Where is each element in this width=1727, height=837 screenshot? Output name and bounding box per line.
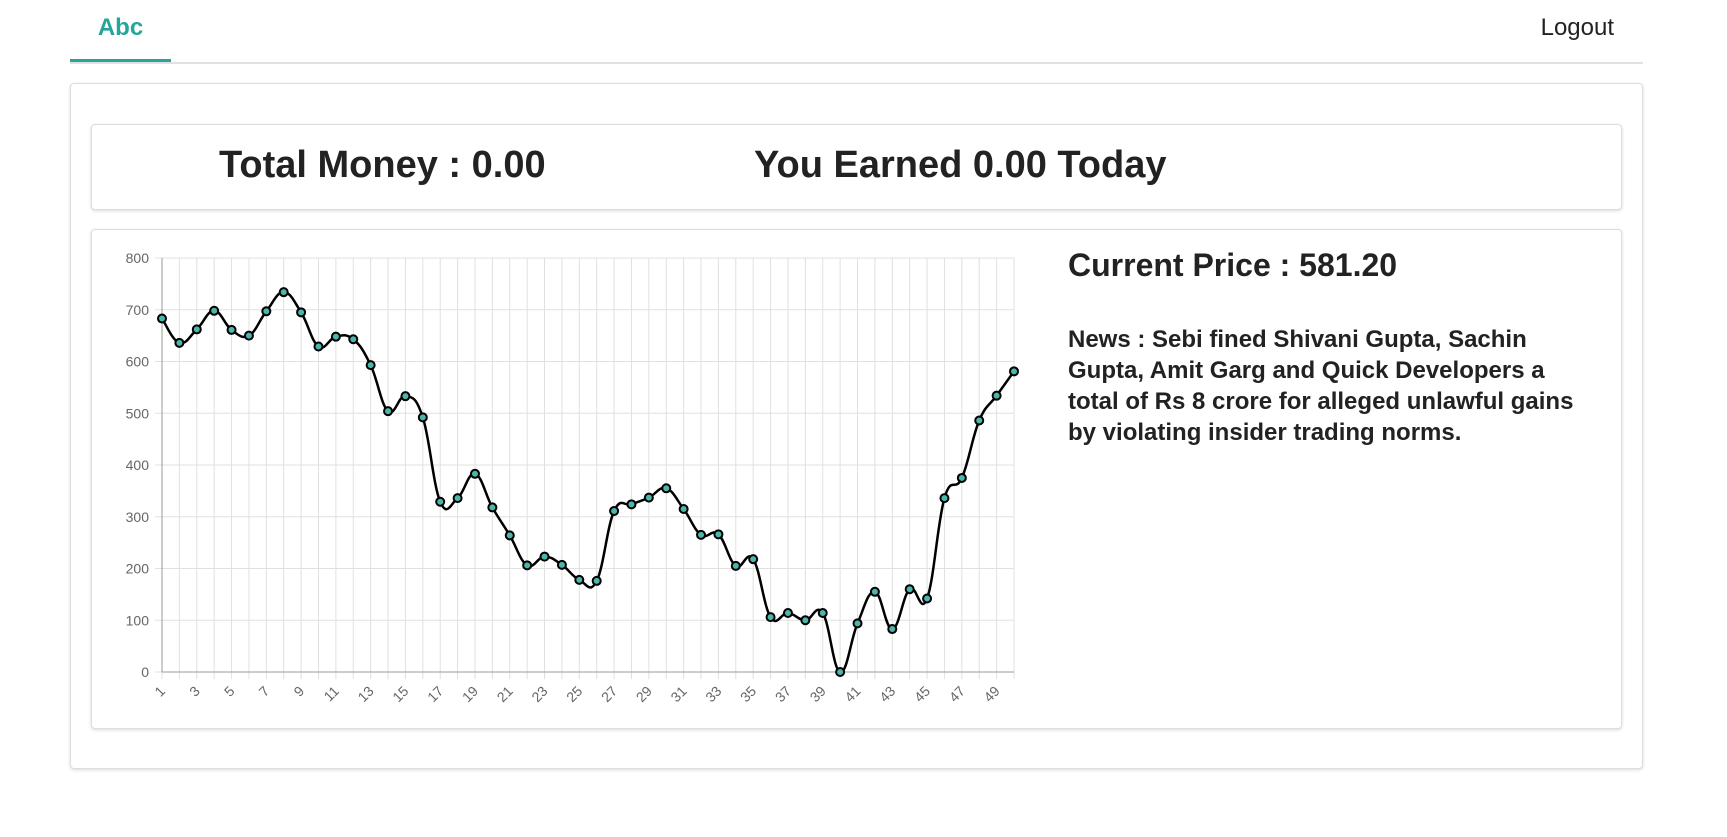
data-point — [643, 492, 654, 503]
current-price: Current Price : 581.20 — [1068, 247, 1398, 283]
data-point — [209, 305, 220, 316]
x-tick-label: 41 — [841, 683, 863, 705]
data-point — [556, 559, 567, 570]
data-point — [539, 551, 550, 562]
data-point — [852, 618, 863, 629]
data-point — [365, 360, 376, 371]
y-tick-label: 200 — [126, 561, 150, 577]
data-point — [661, 483, 672, 494]
data-point — [261, 306, 272, 317]
data-point — [278, 287, 289, 298]
x-tick-label: 5 — [221, 683, 238, 700]
x-tick-label: 37 — [772, 683, 794, 705]
data-point — [504, 530, 515, 541]
x-tick-label: 21 — [494, 683, 516, 705]
data-point — [313, 341, 324, 352]
data-point — [974, 415, 985, 426]
stats-card: Total Money : 0.00 You Earned 0.00 Today — [91, 124, 1622, 210]
price-series-line — [160, 290, 1016, 674]
x-tick-label: 33 — [702, 683, 724, 705]
data-point — [296, 307, 307, 318]
data-point — [609, 506, 620, 517]
x-tick-label: 23 — [528, 683, 550, 705]
x-tick-label: 19 — [459, 683, 481, 705]
x-tick-label: 43 — [876, 683, 898, 705]
data-point — [678, 503, 689, 514]
data-point — [765, 612, 776, 623]
y-tick-label: 800 — [126, 250, 150, 266]
y-tick-label: 600 — [126, 354, 150, 370]
data-point — [174, 337, 185, 348]
x-tick-label: 27 — [598, 683, 620, 705]
data-point — [922, 593, 933, 604]
data-point — [522, 560, 533, 571]
data-point — [939, 493, 950, 504]
news-text: News : Sebi fined Shivani Gupta, Sachin … — [1068, 326, 1574, 446]
data-point — [626, 499, 637, 510]
data-point — [956, 472, 967, 483]
x-tick-label: 45 — [911, 683, 933, 705]
data-point — [226, 324, 237, 335]
data-point — [800, 615, 811, 626]
data-point — [469, 468, 480, 479]
y-tick-label: 0 — [141, 664, 149, 680]
x-tick-label: 3 — [186, 683, 203, 700]
data-point — [591, 575, 602, 586]
data-point — [696, 529, 707, 540]
data-point — [1009, 366, 1019, 377]
x-tick-label: 25 — [563, 683, 585, 705]
total-money-label: Total Money : 0.00 — [219, 144, 546, 186]
data-point — [417, 412, 428, 423]
data-point — [157, 313, 167, 324]
y-tick-label: 100 — [126, 612, 150, 628]
x-tick-label: 31 — [667, 683, 689, 705]
data-point — [835, 667, 846, 677]
data-point — [487, 502, 498, 513]
data-point — [904, 584, 915, 595]
x-tick-label: 35 — [737, 683, 759, 705]
data-point — [887, 624, 898, 635]
data-point — [383, 406, 394, 417]
data-point — [452, 493, 463, 504]
y-tick-label: 400 — [126, 457, 150, 473]
data-point — [400, 391, 411, 402]
data-point — [330, 331, 341, 342]
top-navbar: Abc Logout — [70, 0, 1643, 64]
data-point — [730, 560, 741, 571]
data-point — [748, 554, 759, 565]
price-chart: 0 100 200 300 400 500 600 700 800 1 3 5 7 9 11 13 15 17 19… — [92, 230, 1042, 728]
data-point — [817, 608, 828, 619]
y-tick-label: 300 — [126, 509, 150, 525]
data-point — [348, 334, 359, 345]
x-tick-label: 1 — [151, 683, 168, 700]
x-tick-label: 7 — [256, 683, 273, 700]
data-point — [574, 574, 585, 585]
earned-today-label: You Earned 0.00 Today — [754, 144, 1167, 186]
x-tick-label: 49 — [980, 683, 1002, 705]
x-tick-label: 17 — [424, 683, 446, 705]
data-point — [782, 608, 793, 619]
y-tick-label: 500 — [126, 405, 150, 421]
x-tick-label: 39 — [807, 683, 829, 705]
data-point — [435, 496, 446, 507]
tab-abc[interactable]: Abc — [70, 0, 171, 62]
market-card: 0 100 200 300 400 500 600 700 800 1 3 5 7 9 11 13 15 17 19… — [91, 229, 1622, 729]
data-point — [713, 529, 724, 540]
x-tick-label: 9 — [290, 683, 307, 700]
x-tick-label: 15 — [389, 683, 411, 705]
x-tick-label: 29 — [633, 683, 655, 705]
data-point — [191, 324, 202, 335]
y-tick-label: 700 — [126, 302, 150, 318]
data-point — [991, 390, 1002, 401]
logout-link[interactable]: Logout — [1541, 0, 1614, 56]
price-chart-svg: 01002003004005006007008001 3 5 7 9 11 13 15 17 19… — [126, 250, 1019, 705]
x-tick-label: 11 — [320, 683, 342, 705]
x-tick-label: 13 — [354, 683, 376, 705]
data-point — [243, 330, 254, 341]
x-tick-label: 47 — [946, 683, 968, 705]
data-point — [869, 586, 880, 597]
